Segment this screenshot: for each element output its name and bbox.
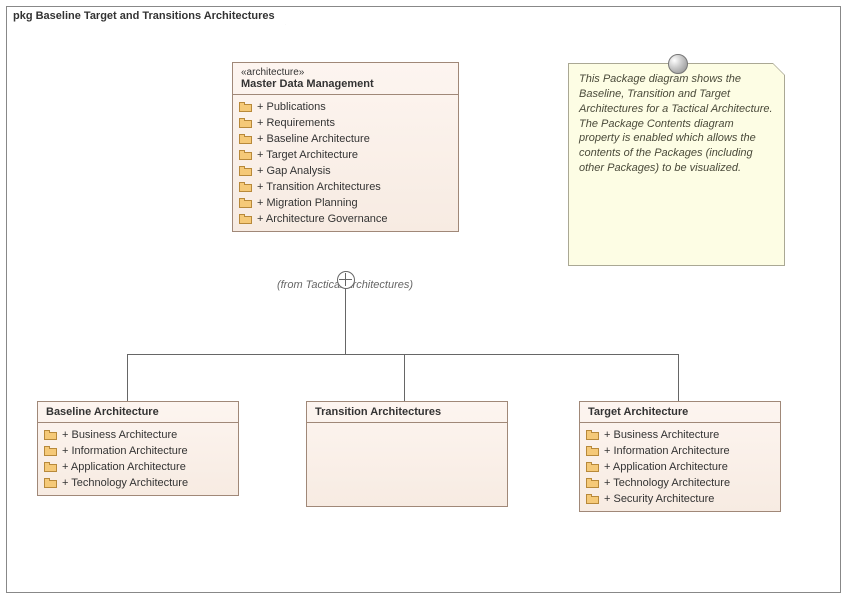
package-header: Target Architecture	[580, 402, 780, 423]
package-item: + Transition Architectures	[239, 179, 452, 195]
package-item: + Business Architecture	[586, 427, 774, 443]
package-item: + Architecture Governance	[239, 211, 452, 227]
package-item: + Publications	[239, 99, 452, 115]
folder-icon	[586, 446, 599, 456]
package-item: + Business Architecture	[44, 427, 232, 443]
connector-line	[127, 354, 679, 355]
package-item: + Application Architecture	[44, 459, 232, 475]
folder-icon	[44, 478, 57, 488]
folder-icon	[44, 446, 57, 456]
package-item: + Application Architecture	[586, 459, 774, 475]
folder-icon	[44, 430, 57, 440]
package-item: + Technology Architecture	[586, 475, 774, 491]
package-header: Transition Architectures	[307, 402, 507, 423]
frame-title-tab: pkg Baseline Target and Transitions Arch…	[6, 6, 286, 25]
note-text: This Package diagram shows the Baseline,…	[579, 73, 773, 174]
package-title: Target Architecture	[588, 406, 772, 418]
package-body	[307, 423, 507, 431]
package-item: + Technology Architecture	[44, 475, 232, 491]
package-item: + Information Architecture	[44, 443, 232, 459]
package-header: Baseline Architecture	[38, 402, 238, 423]
package-stereotype: «architecture»	[241, 67, 450, 78]
package-item: + Migration Planning	[239, 195, 452, 211]
diagram-note[interactable]: This Package diagram shows the Baseline,…	[568, 63, 785, 266]
folder-icon	[586, 494, 599, 504]
connector-line	[127, 354, 128, 401]
package-transition-architectures[interactable]: Transition Architectures	[306, 401, 508, 507]
folder-icon	[239, 150, 252, 160]
package-baseline-architecture[interactable]: Baseline Architecture + Business Archite…	[37, 401, 239, 496]
package-master-data-management[interactable]: «architecture» Master Data Management + …	[232, 62, 459, 232]
folder-icon	[44, 462, 57, 472]
folder-icon	[586, 430, 599, 440]
package-title: Transition Architectures	[315, 406, 499, 418]
folder-icon	[239, 198, 252, 208]
package-header: «architecture» Master Data Management	[233, 63, 458, 95]
package-item: + Information Architecture	[586, 443, 774, 459]
folder-icon	[586, 462, 599, 472]
package-item: + Gap Analysis	[239, 163, 452, 179]
diagram-frame: pkg Baseline Target and Transitions Arch…	[6, 6, 841, 593]
folder-icon	[586, 478, 599, 488]
package-item: + Target Architecture	[239, 147, 452, 163]
package-title: Baseline Architecture	[46, 406, 230, 418]
package-body: + Business Architecture + Information Ar…	[580, 423, 780, 511]
connector-line	[678, 354, 679, 401]
package-body: + Publications + Requirements + Baseline…	[233, 95, 458, 231]
folder-icon	[239, 182, 252, 192]
connector-line	[404, 354, 405, 401]
folder-icon	[239, 134, 252, 144]
package-target-architecture[interactable]: Target Architecture + Business Architect…	[579, 401, 781, 512]
nesting-connector-symbol	[337, 271, 355, 289]
connector-line	[345, 288, 346, 354]
frame-title: pkg Baseline Target and Transitions Arch…	[13, 10, 275, 22]
package-item: + Security Architecture	[586, 491, 774, 507]
package-item: + Baseline Architecture	[239, 131, 452, 147]
folder-icon	[239, 166, 252, 176]
folder-icon	[239, 118, 252, 128]
folder-icon	[239, 102, 252, 112]
package-item: + Requirements	[239, 115, 452, 131]
pin-icon	[668, 54, 688, 74]
diagram-canvas: pkg Baseline Target and Transitions Arch…	[0, 0, 847, 599]
folder-icon	[239, 214, 252, 224]
package-body: + Business Architecture + Information Ar…	[38, 423, 238, 495]
package-title: Master Data Management	[241, 78, 450, 90]
